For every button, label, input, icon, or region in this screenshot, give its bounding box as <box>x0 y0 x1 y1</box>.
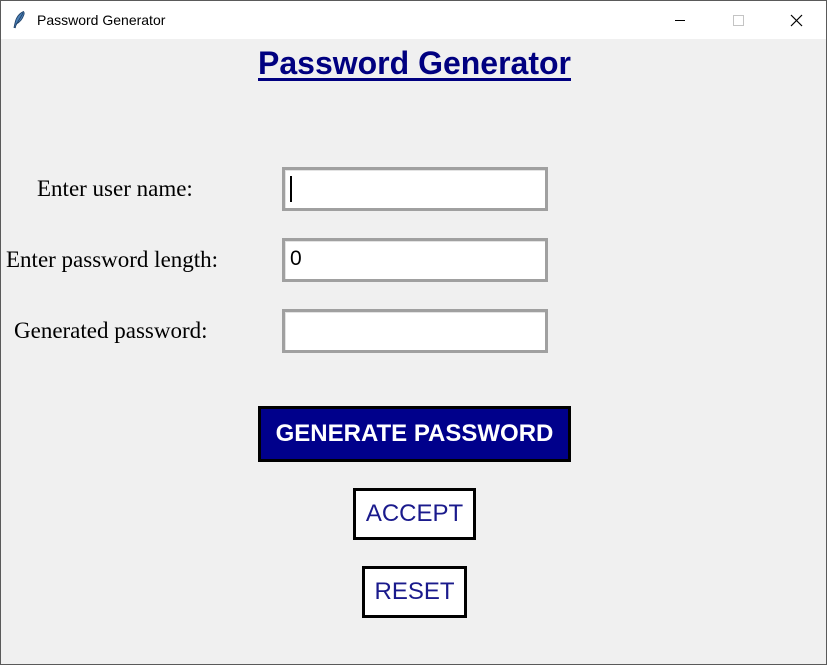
text-cursor <box>290 176 292 202</box>
minimize-icon <box>675 20 685 21</box>
maximize-icon <box>733 15 744 26</box>
close-button[interactable] <box>773 1 819 39</box>
title-bar[interactable]: Password Generator <box>1 1 826 39</box>
generated-password-field[interactable] <box>282 309 548 353</box>
maximize-button[interactable] <box>715 1 761 39</box>
window-title: Password Generator <box>37 12 166 28</box>
password-length-label: Enter password length: <box>6 247 219 272</box>
password-length-value: 0 <box>290 247 302 270</box>
reset-button[interactable]: RESET <box>362 566 467 618</box>
password-length-input[interactable]: 0 <box>282 238 548 282</box>
app-window: Password Generator Password Generator En… <box>0 0 827 665</box>
username-input[interactable] <box>282 167 548 211</box>
main-content: Password Generator Enter user name: Ente… <box>1 39 826 664</box>
feather-icon <box>11 10 27 30</box>
minimize-button[interactable] <box>657 1 703 39</box>
generate-password-button[interactable]: GENERATE PASSWORD <box>258 406 571 462</box>
accept-button[interactable]: ACCEPT <box>353 488 476 540</box>
generated-password-label: Generated password: <box>14 318 208 343</box>
page-title: Password Generator <box>258 45 571 81</box>
username-label: Enter user name: <box>37 176 193 201</box>
close-icon <box>790 14 803 27</box>
